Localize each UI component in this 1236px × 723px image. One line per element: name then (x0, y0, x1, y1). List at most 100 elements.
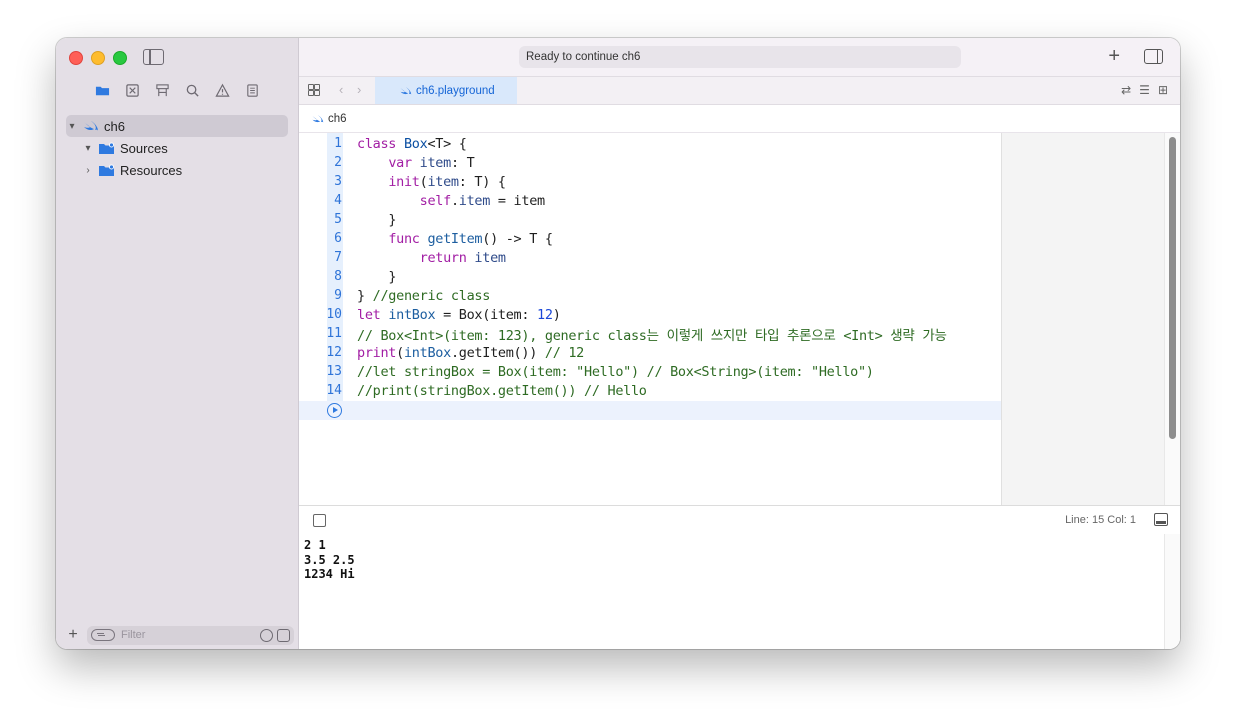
code-token: } (388, 211, 397, 228)
code-token: class (357, 135, 397, 152)
add-editor-split-icon[interactable]: ⊞ (1158, 83, 1168, 97)
cursor-position: Line: 15 Col: 1 (1065, 514, 1136, 526)
sidebar-toggle-icon[interactable] (143, 49, 164, 65)
adjust-editor-options-icon[interactable]: ☰ (1139, 83, 1150, 97)
code-line[interactable]: 3 init(item: T) { (299, 172, 999, 191)
tab-label: ch6.playground (416, 84, 495, 97)
recent-files-clock-icon[interactable] (260, 628, 273, 642)
tab-ch6-playground[interactable]: ch6.playground (375, 77, 517, 104)
code-line[interactable]: 6 func getItem() -> T { (299, 229, 999, 248)
navigator-sidebar: ▾ ch6 ▾ Sources › Resources + Filter (56, 38, 299, 649)
code-text: // Box<Int>(item: 123), generic class는 이… (357, 324, 947, 344)
tree-item-resources[interactable]: › Resources (66, 159, 288, 181)
toggle-console-icon[interactable] (1154, 513, 1168, 526)
code-token: print (357, 344, 397, 361)
code-token: .getItem()) (450, 344, 545, 361)
forward-arrow-icon[interactable]: › (357, 82, 361, 97)
source-control-filter-icon[interactable] (277, 628, 290, 642)
code-line[interactable]: 8 } (299, 267, 999, 286)
code-token: ) (552, 306, 561, 323)
code-token: : T) { (458, 173, 506, 190)
folder-icon (99, 164, 114, 176)
code-text: self.item = item (357, 192, 546, 209)
code-token: : T (450, 154, 475, 171)
tree-item-sources[interactable]: ▾ Sources (66, 137, 288, 159)
find-navigator-search-icon[interactable] (184, 82, 200, 98)
tree-item-ch6[interactable]: ▾ ch6 (66, 115, 288, 137)
code-text: //let stringBox = Box(item: "Hello") // … (357, 364, 874, 380)
code-line[interactable]: 11 // Box<Int>(item: 123), generic class… (299, 324, 999, 344)
code-text: print(intBox.getItem()) // 12 (357, 345, 584, 361)
line-number: 3 (334, 174, 342, 189)
symbol-navigator-icon[interactable] (154, 82, 170, 98)
filter-icon[interactable] (91, 629, 115, 641)
code-token: getItem (427, 230, 483, 247)
code-token: intBox (403, 344, 451, 361)
code-line[interactable]: 14 //print(stringBox.getItem()) // Hello (299, 381, 999, 400)
line-number: 13 (326, 364, 342, 379)
code-token: <T> { (427, 135, 467, 152)
close-button[interactable] (69, 51, 83, 65)
project-navigator-folder-icon[interactable] (94, 82, 110, 98)
swap-icon[interactable]: ⇄ (1121, 83, 1131, 97)
navigator-filter-field[interactable]: Filter (87, 625, 294, 645)
code-token: . (450, 192, 459, 209)
code-token: item (419, 154, 452, 171)
code-line[interactable]: 2 var item: T (299, 153, 999, 172)
code-number: 12 (537, 306, 553, 323)
code-comment: // 12 (544, 344, 585, 361)
code-line[interactable]: 4 self.item = item (299, 191, 999, 210)
navigator-filter-bar: + Filter (56, 621, 298, 649)
tree-item-label: ch6 (104, 118, 125, 134)
console-output-area[interactable]: 2 1 3.5 2.5 1234 Hi (299, 534, 1180, 649)
chevron-down-icon[interactable]: ▾ (82, 142, 94, 154)
back-arrow-icon[interactable]: ‹ (339, 82, 343, 97)
code-line[interactable]: 10 let intBox = Box(item: 12) (299, 305, 999, 324)
code-comment: // Box<Int>(item: 123), generic class는 이… (357, 327, 947, 344)
related-items-grid-icon[interactable] (308, 84, 320, 96)
code-line[interactable]: 9 } //generic class (299, 286, 999, 305)
code-token: } (357, 287, 373, 304)
line-number: 2 (334, 155, 342, 170)
editor-scrollbar-thumb[interactable] (1169, 137, 1176, 439)
report-navigator-icon[interactable] (244, 82, 260, 98)
jump-bar-item[interactable]: ch6 (328, 113, 347, 125)
navigator-selector (94, 82, 260, 98)
swift-icon (400, 86, 412, 95)
code-token: = item (490, 192, 545, 209)
code-text: } //generic class (357, 288, 490, 304)
editor-scrollbar[interactable] (1164, 133, 1180, 505)
playground-results-sidebar (1001, 133, 1167, 505)
code-line[interactable]: 13 //let stringBox = Box(item: "Hello") … (299, 362, 999, 381)
line-number: 14 (326, 383, 342, 398)
code-line[interactable]: 12 print(intBox.getItem()) // 12 (299, 343, 999, 362)
library-plus-icon[interactable]: + (1108, 46, 1120, 66)
console-scrollbar[interactable] (1164, 534, 1180, 649)
code-line[interactable]: 5 } (299, 210, 999, 229)
project-tree: ▾ ch6 ▾ Sources › Resources (66, 115, 288, 181)
issue-navigator-warning-icon[interactable] (214, 82, 230, 98)
inspector-toggle-icon[interactable] (1144, 49, 1163, 64)
zoom-button[interactable] (113, 51, 127, 65)
code-token: item (458, 192, 491, 209)
jump-bar: ch6 (299, 105, 1180, 133)
tree-item-label: Sources (120, 140, 168, 156)
chevron-right-icon[interactable]: › (82, 164, 94, 176)
hide-debug-area-checkbox-icon[interactable] (313, 514, 326, 527)
current-line-highlight[interactable] (299, 401, 1001, 420)
minimize-button[interactable] (91, 51, 105, 65)
line-number: 5 (334, 212, 342, 227)
source-control-icon[interactable] (124, 82, 140, 98)
line-number: 8 (334, 269, 342, 284)
code-line[interactable]: 7 return item (299, 248, 999, 267)
code-text: //print(stringBox.getItem()) // Hello (357, 383, 647, 399)
add-file-plus-icon[interactable]: + (66, 626, 80, 644)
code-token: () -> T { (482, 230, 553, 247)
toolbar: Ready to continue ch6 + (299, 38, 1180, 77)
run-playground-play-icon[interactable] (327, 403, 342, 418)
code-line[interactable]: 1 class Box<T> { (299, 134, 999, 153)
chevron-down-icon[interactable]: ▾ (66, 120, 78, 132)
tab-bar: ‹ › ch6.playground ⇄ ☰ ⊞ (299, 77, 1180, 105)
source-editor[interactable]: 1 class Box<T> { 2 var item: T 3 init(it… (299, 133, 1180, 505)
line-number: 7 (334, 250, 342, 265)
